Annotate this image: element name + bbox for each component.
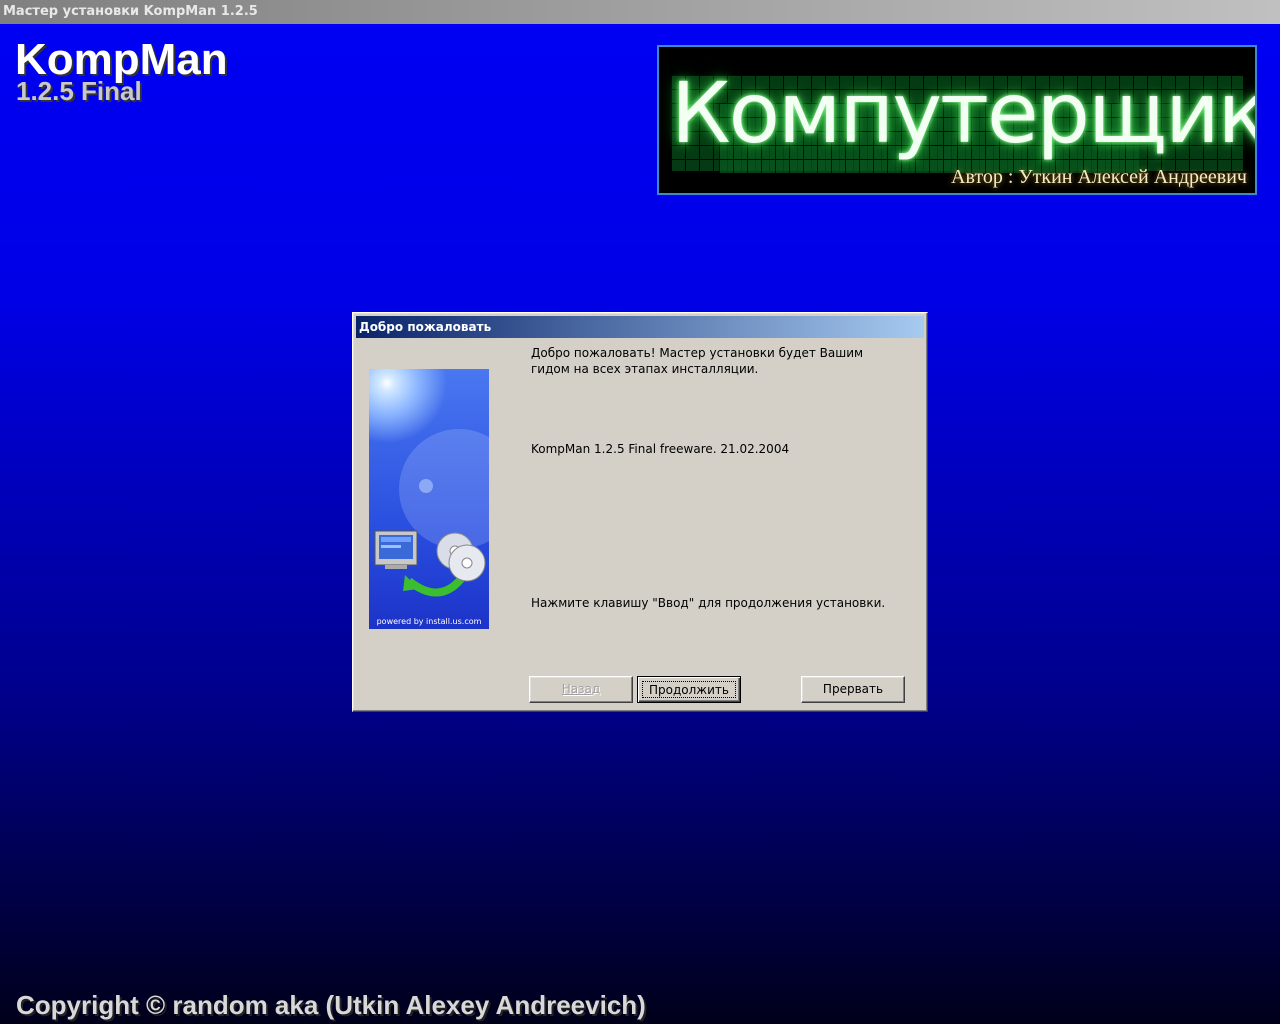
copyright-text: Copyright © random aka (Utkin Alexey And… [16, 990, 646, 1020]
author-banner: Компутерщик Автор : Уткин Алексей Андрее… [657, 45, 1257, 195]
wizard-image-footer: powered by install.us.com [376, 617, 482, 626]
dialog-title-bar[interactable]: Добро пожаловать [356, 316, 924, 338]
install-computer-disc-icon [374, 530, 486, 597]
instruction-text: Нажмите клавишу "Ввод" для продолжения у… [531, 596, 886, 610]
window-title-bar[interactable]: Мастер установки KompMan 1.2.5 [0, 0, 1280, 24]
product-info-text: KompMan 1.2.5 Final freeware. 21.02.2004 [531, 442, 790, 456]
wizard-side-image: powered by install.us.com [369, 369, 489, 629]
banner-title: Компутерщик [671, 64, 1257, 162]
cancel-button-label: Прервать [822, 682, 884, 696]
intro-text-line-1: Добро пожаловать! Мастер установки будет… [531, 346, 864, 360]
welcome-dialog: Добро пожаловать powered by install.us.c… [352, 312, 928, 712]
app-version-heading: 1.2.5 Final [16, 76, 142, 106]
window-title: Мастер установки KompMan 1.2.5 [3, 4, 258, 19]
back-button[interactable]: Назад [529, 676, 633, 703]
cancel-button[interactable]: Прервать [801, 676, 905, 703]
dialog-title: Добро пожаловать [359, 320, 492, 334]
next-button-label: Продолжить [642, 681, 736, 698]
bubble-decoration [419, 479, 433, 493]
intro-text-line-2: гидом на всех этапах инсталляции. [531, 362, 759, 376]
banner-author: Автор : Уткин Алексей Андреевич [951, 166, 1247, 188]
back-button-label: Назад [561, 682, 601, 696]
next-button[interactable]: Продолжить [637, 676, 741, 703]
